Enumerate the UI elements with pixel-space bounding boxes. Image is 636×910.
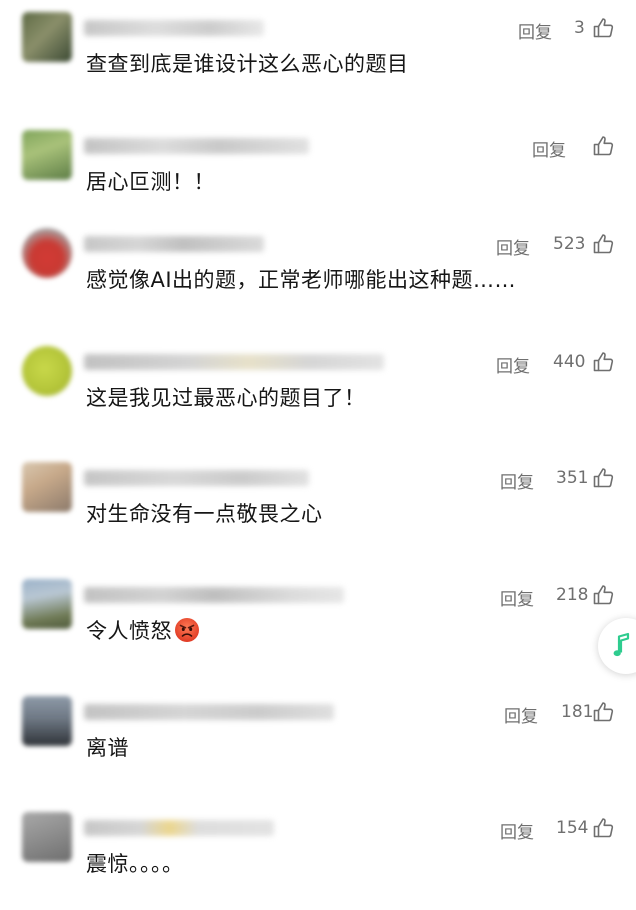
avatar[interactable] [22, 228, 72, 278]
music-note-icon [613, 632, 630, 657]
comment-text: 查查到底是谁设计这么恶心的题目 [86, 52, 409, 76]
thumbs-up-icon[interactable] [592, 583, 616, 607]
angry-face-emoji [174, 617, 200, 643]
like-count: 523 [553, 234, 586, 254]
avatar[interactable] [22, 812, 72, 862]
reply-button[interactable]: 回复 [496, 234, 530, 259]
username-blurred[interactable] [84, 138, 309, 154]
avatar[interactable] [22, 130, 72, 180]
thumbs-up-icon[interactable] [592, 16, 616, 40]
username-blurred[interactable] [84, 587, 344, 603]
comment-text: 令人愤怒 [86, 617, 200, 645]
comment-item: 这是我见过最恶心的题目了！ 回复 440 [0, 334, 636, 444]
comment-item: 震惊。。。。 回复 154 [0, 800, 636, 910]
like-count: 181 [561, 702, 594, 722]
thumbs-up-icon[interactable] [592, 232, 616, 256]
comment-item: 对生命没有一点敬畏之心 回复 351 [0, 450, 636, 560]
avatar[interactable] [22, 12, 72, 62]
reply-button[interactable]: 回复 [500, 585, 534, 610]
like-count: 351 [556, 468, 589, 488]
username-blurred[interactable] [84, 470, 309, 486]
username-blurred[interactable] [84, 236, 264, 252]
reply-button[interactable]: 回复 [532, 136, 566, 161]
reply-button[interactable]: 回复 [500, 468, 534, 493]
username-blurred[interactable] [84, 704, 334, 720]
like-count: 3 [574, 18, 585, 38]
avatar[interactable] [22, 696, 72, 746]
comment-text: 感觉像AI出的题，正常老师哪能出这种题…… [86, 268, 517, 292]
comment-text: 居心叵测！！ [86, 170, 215, 194]
thumbs-up-icon[interactable] [592, 350, 616, 374]
comment-text: 对生命没有一点敬畏之心 [86, 502, 323, 526]
avatar[interactable] [22, 462, 72, 512]
username-blurred[interactable] [84, 820, 274, 836]
comment-item: 令人愤怒 回复 218 [0, 567, 636, 677]
comment-list: 查查到底是谁设计这么恶心的题目 回复 3 居心叵测！！ 回复 感觉像AI出的题，… [0, 0, 636, 904]
reply-button[interactable]: 回复 [496, 352, 530, 377]
thumbs-up-icon[interactable] [592, 816, 616, 840]
username-blurred[interactable] [84, 20, 264, 36]
comment-item: 离谱 回复 181 [0, 684, 636, 794]
comment-text: 这是我见过最恶心的题目了！ [86, 386, 366, 410]
avatar[interactable] [22, 579, 72, 629]
comment-item: 查查到底是谁设计这么恶心的题目 回复 3 [0, 0, 636, 110]
like-count: 154 [556, 818, 589, 838]
like-count: 218 [556, 585, 589, 605]
username-blurred[interactable] [84, 354, 384, 370]
reply-button[interactable]: 回复 [500, 818, 534, 843]
like-count: 440 [553, 352, 586, 372]
thumbs-up-icon[interactable] [592, 466, 616, 490]
thumbs-up-icon[interactable] [592, 700, 616, 724]
avatar[interactable] [22, 346, 72, 396]
thumbs-up-icon[interactable] [592, 134, 616, 158]
comment-item: 感觉像AI出的题，正常老师哪能出这种题…… 回复 523 [0, 216, 636, 326]
comment-item: 居心叵测！！ 回复 [0, 118, 636, 228]
comment-text: 震惊。。。。 [86, 852, 184, 876]
reply-button[interactable]: 回复 [518, 18, 552, 43]
reply-button[interactable]: 回复 [504, 702, 538, 727]
comment-text-label: 令人愤怒 [86, 619, 172, 643]
comment-text: 离谱 [86, 736, 129, 760]
